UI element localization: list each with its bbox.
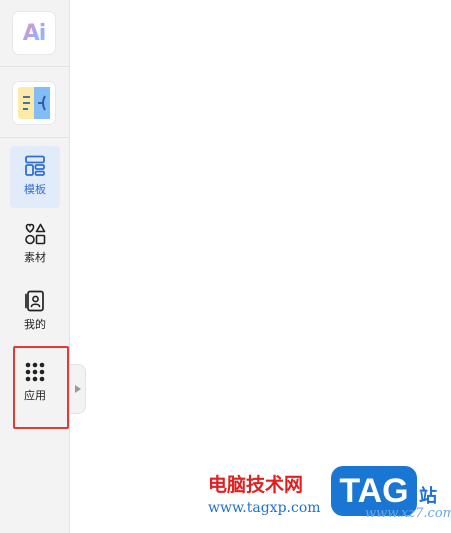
template-layout-icon bbox=[25, 155, 45, 176]
side-panel-tool-button[interactable] bbox=[13, 82, 55, 124]
sidebar-item-template[interactable]: 模板 bbox=[10, 146, 60, 208]
watermark: 电脑技术网 www.tagxp.com TAG 站 www.xz7.com bbox=[205, 466, 451, 528]
watermark-badge-text: TAG bbox=[339, 471, 409, 510]
sidebar-item-label: 素材 bbox=[24, 251, 46, 264]
sidebar-divider bbox=[0, 66, 69, 67]
my-profile-icon bbox=[25, 290, 44, 312]
watermark-site-name: 电脑技术网 bbox=[208, 474, 304, 496]
sidebar-item-mine[interactable]: 我的 bbox=[10, 281, 60, 343]
shapes-icon bbox=[25, 223, 46, 245]
panel-split-icon bbox=[18, 87, 50, 119]
ai-logo-icon: Ai bbox=[22, 20, 47, 46]
watermark-url-secondary: www.xz7.com bbox=[365, 506, 451, 521]
ai-tool-button[interactable]: Ai bbox=[13, 12, 55, 54]
sidebar-divider bbox=[0, 137, 69, 138]
watermark-url: www.tagxp.com bbox=[208, 500, 321, 516]
highlight-annotation-box bbox=[13, 346, 69, 429]
caret-right-icon bbox=[74, 385, 81, 393]
sidebar-item-label: 模板 bbox=[24, 183, 46, 196]
sidebar-item-material[interactable]: 素材 bbox=[10, 214, 60, 276]
sidebar-collapse-handle[interactable] bbox=[70, 364, 86, 414]
left-sidebar: Ai 模板 素材 我的 应用 bbox=[0, 0, 70, 533]
sidebar-item-label: 我的 bbox=[24, 318, 46, 331]
watermark-side-text: 站 bbox=[419, 486, 437, 507]
